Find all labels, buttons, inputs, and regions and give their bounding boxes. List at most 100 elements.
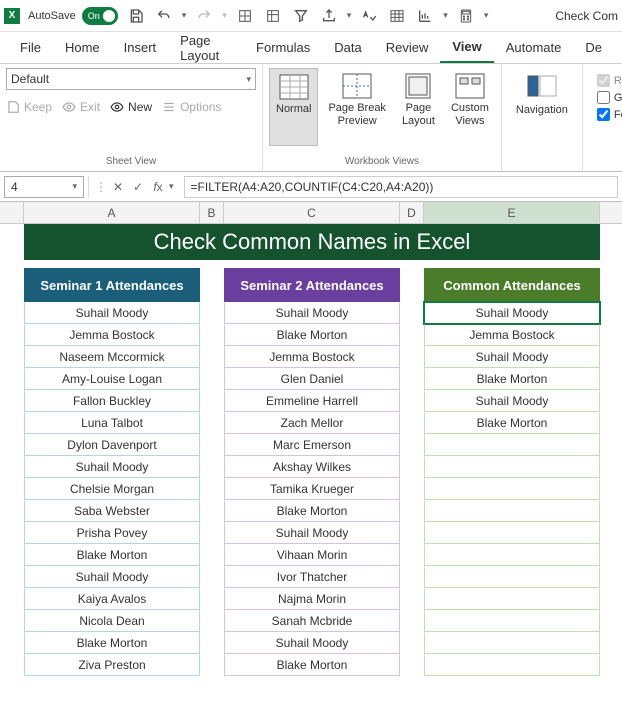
cell[interactable]: Dylon Davenport xyxy=(24,434,200,456)
normal-view-button[interactable]: Normal xyxy=(269,68,318,146)
cell[interactable]: Jemma Bostock xyxy=(24,324,200,346)
cell[interactable] xyxy=(424,632,600,654)
cell[interactable]: Emmeline Harrell xyxy=(224,390,400,412)
tab-automate[interactable]: Automate xyxy=(494,32,574,63)
cell[interactable]: Fallon Buckley xyxy=(24,390,200,412)
cell[interactable]: Suhail Moody xyxy=(424,302,600,324)
cell[interactable]: Suhail Moody xyxy=(24,566,200,588)
cell[interactable]: Ziva Preston xyxy=(24,654,200,676)
exit-button[interactable]: Exit xyxy=(62,100,100,114)
calculator-icon[interactable] xyxy=(456,6,476,26)
cell[interactable]: Zach Mellor xyxy=(224,412,400,434)
cell[interactable]: Suhail Moody xyxy=(224,632,400,654)
new-button[interactable]: New xyxy=(110,100,152,114)
cell[interactable]: Suhail Moody xyxy=(224,302,400,324)
col-header-b[interactable]: B xyxy=(200,202,224,223)
fx-icon[interactable]: fx xyxy=(149,178,167,196)
tab-file[interactable]: File xyxy=(8,32,53,63)
cell[interactable] xyxy=(424,456,600,478)
cell[interactable] xyxy=(424,588,600,610)
cell[interactable] xyxy=(424,566,600,588)
options-button[interactable]: Options xyxy=(162,100,221,114)
cell[interactable]: Prisha Povey xyxy=(24,522,200,544)
toggle-switch[interactable]: On xyxy=(82,7,118,25)
enter-icon[interactable]: ✓ xyxy=(129,178,147,196)
redo-dropdown[interactable]: ▾ xyxy=(222,10,227,21)
cell[interactable]: Glen Daniel xyxy=(224,368,400,390)
cell[interactable]: Nicola Dean xyxy=(24,610,200,632)
cell[interactable]: Blake Morton xyxy=(224,654,400,676)
cell[interactable]: Suhail Moody xyxy=(224,522,400,544)
table-icon[interactable] xyxy=(387,6,407,26)
tab-data[interactable]: Data xyxy=(322,32,373,63)
cell[interactable] xyxy=(424,544,600,566)
cell[interactable] xyxy=(424,478,600,500)
tab-home[interactable]: Home xyxy=(53,32,112,63)
col-header-e[interactable]: E xyxy=(424,202,600,223)
grid-icon[interactable] xyxy=(235,6,255,26)
col-header-c[interactable]: C xyxy=(224,202,400,223)
cell[interactable] xyxy=(424,522,600,544)
chart-icon[interactable] xyxy=(415,6,435,26)
cell[interactable]: Suhail Moody xyxy=(24,456,200,478)
gridlines-checkbox[interactable]: Gri xyxy=(597,91,622,104)
page-break-button[interactable]: Page Break Preview xyxy=(322,68,391,146)
cell[interactable]: Suhail Moody xyxy=(424,390,600,412)
cell[interactable] xyxy=(424,500,600,522)
autosave-toggle[interactable]: AutoSave On xyxy=(28,7,118,25)
fx-dropdown[interactable]: ▾ xyxy=(169,181,174,192)
redo-icon[interactable] xyxy=(194,6,214,26)
cell[interactable]: Marc Emerson xyxy=(224,434,400,456)
filter-icon[interactable] xyxy=(291,6,311,26)
save-icon[interactable] xyxy=(126,6,146,26)
col-header-a[interactable]: A xyxy=(24,202,200,223)
cell[interactable]: Vihaan Morin xyxy=(224,544,400,566)
cell[interactable]: Jemma Bostock xyxy=(424,324,600,346)
tab-view[interactable]: View xyxy=(440,32,493,63)
cell[interactable]: Blake Morton xyxy=(424,368,600,390)
cell[interactable]: Luna Talbot xyxy=(24,412,200,434)
cell[interactable]: Jemma Bostock xyxy=(224,346,400,368)
name-box[interactable]: 4 ▾ xyxy=(4,176,84,198)
calc-dropdown[interactable]: ▾ xyxy=(484,10,489,21)
spellcheck-icon[interactable] xyxy=(359,6,379,26)
cell[interactable]: Chelsie Morgan xyxy=(24,478,200,500)
sheet-view-dropdown[interactable]: Default ▾ xyxy=(6,68,256,90)
sheet-title[interactable]: Check Common Names in Excel xyxy=(24,224,600,260)
pivot-icon[interactable] xyxy=(263,6,283,26)
custom-views-button[interactable]: Custom Views xyxy=(445,68,495,146)
cell[interactable]: Tamika Krueger xyxy=(224,478,400,500)
cell[interactable] xyxy=(424,654,600,676)
cell[interactable]: Saba Webster xyxy=(24,500,200,522)
ruler-checkbox[interactable]: Rul xyxy=(597,74,622,87)
tab-developer[interactable]: De xyxy=(573,32,614,63)
cell[interactable] xyxy=(424,434,600,456)
share-dropdown[interactable]: ▾ xyxy=(347,10,352,21)
col-header-d[interactable]: D xyxy=(400,202,424,223)
tab-review[interactable]: Review xyxy=(374,32,441,63)
cell[interactable]: Amy-Louise Logan xyxy=(24,368,200,390)
cell[interactable]: Suhail Moody xyxy=(24,302,200,324)
navigation-button[interactable]: Navigation xyxy=(508,68,576,146)
cell[interactable]: Akshay Wilkes xyxy=(224,456,400,478)
formula-input[interactable]: =FILTER(A4:A20,COUNTIF(C4:C20,A4:A20)) xyxy=(184,176,618,198)
cell[interactable] xyxy=(424,610,600,632)
page-layout-button[interactable]: Page Layout xyxy=(396,68,441,146)
cell[interactable]: Kaiya Avalos xyxy=(24,588,200,610)
tab-insert[interactable]: Insert xyxy=(112,32,169,63)
cancel-icon[interactable]: ✕ xyxy=(109,178,127,196)
chart-dropdown[interactable]: ▾ xyxy=(443,10,448,21)
cell[interactable]: Najma Morin xyxy=(224,588,400,610)
cell[interactable]: Blake Morton xyxy=(24,632,200,654)
cell[interactable]: Blake Morton xyxy=(224,500,400,522)
keep-button[interactable]: Keep xyxy=(6,100,52,114)
share-icon[interactable] xyxy=(319,6,339,26)
formula-bar-checkbox[interactable]: For xyxy=(597,108,622,121)
undo-dropdown[interactable]: ▾ xyxy=(182,10,187,21)
cell[interactable]: Blake Morton xyxy=(24,544,200,566)
cell[interactable]: Sanah Mcbride xyxy=(224,610,400,632)
header-common[interactable]: Common Attendances xyxy=(424,268,600,302)
header-seminar1[interactable]: Seminar 1 Attendances xyxy=(24,268,200,302)
tab-formulas[interactable]: Formulas xyxy=(244,32,322,63)
spreadsheet-grid[interactable]: Check Common Names in Excel Seminar 1 At… xyxy=(0,224,622,676)
